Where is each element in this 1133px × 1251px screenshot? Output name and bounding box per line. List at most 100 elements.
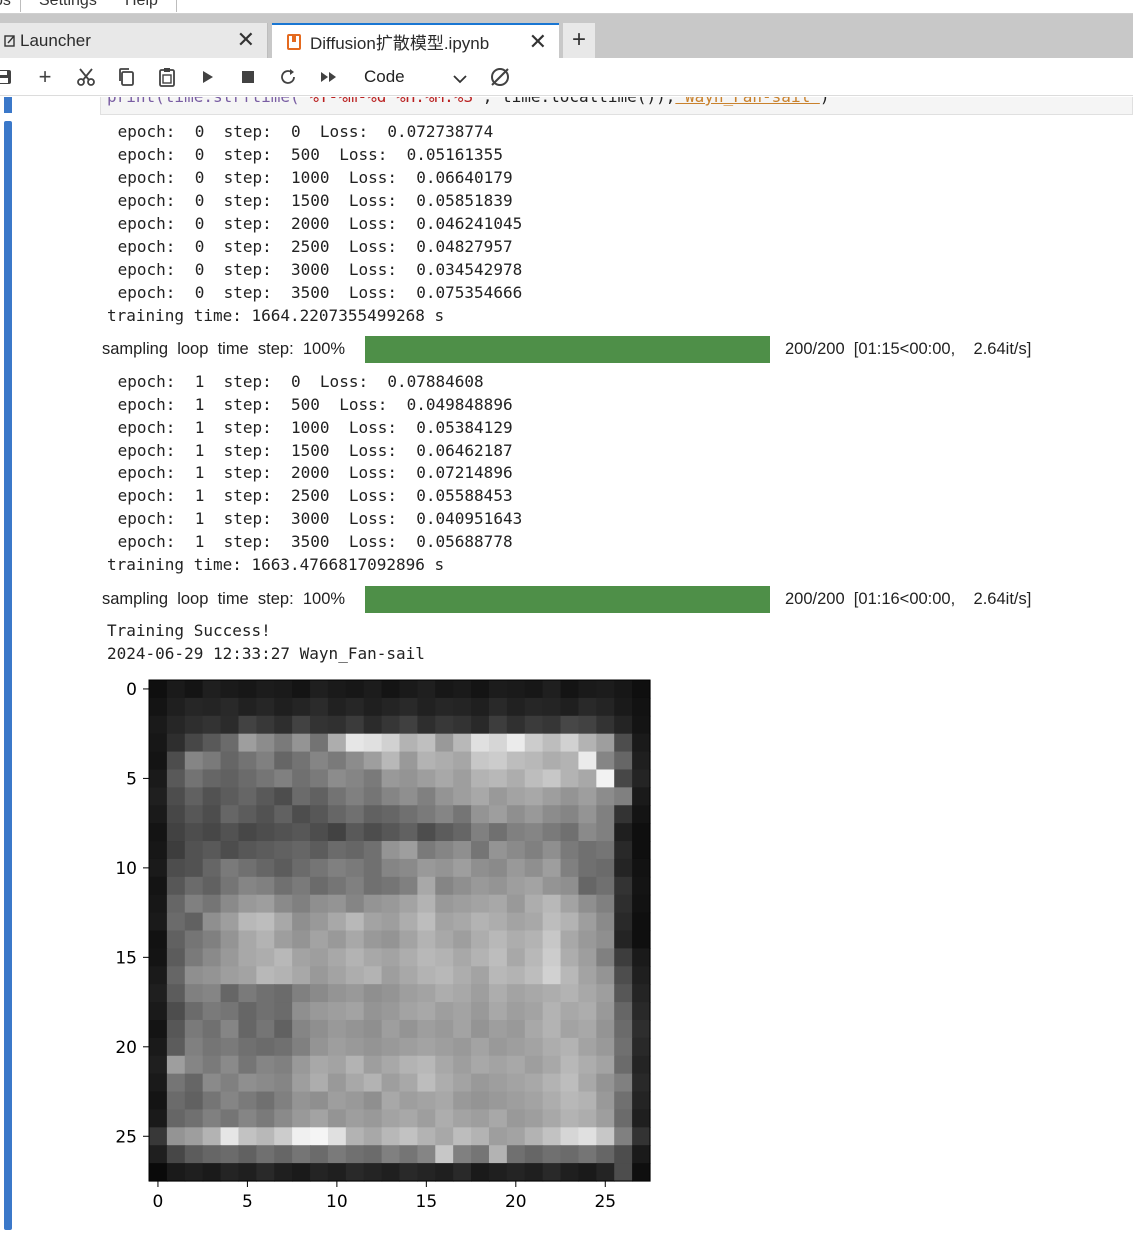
- paste-icon[interactable]: [155, 65, 179, 89]
- heatmap-cell: [363, 715, 383, 735]
- output-collapser[interactable]: [4, 121, 12, 1230]
- heatmap-cell: [310, 876, 329, 896]
- heatmap-cell: [578, 751, 597, 771]
- heatmap-cell: [238, 1109, 257, 1128]
- code-cell-editor[interactable]: print(time.strftime('%Y-%m-%d %H:%M:%S',…: [100, 97, 1133, 115]
- heatmap-cell: [506, 930, 526, 949]
- heatmap-cell: [166, 769, 186, 788]
- stop-icon[interactable]: [237, 65, 259, 89]
- close-icon[interactable]: ✕: [237, 27, 255, 53]
- heatmap-cell: [506, 697, 526, 717]
- heatmap-cell: [524, 1037, 544, 1057]
- heatmap-cell: [488, 1055, 508, 1075]
- heatmap-cell: [596, 1109, 615, 1128]
- heatmap-cell: [274, 1055, 293, 1075]
- output-line: epoch: 1 step: 1500 Loss: 0.06462187: [108, 441, 513, 460]
- heatmap-cell: [399, 1073, 418, 1093]
- cut-icon[interactable]: [74, 65, 98, 89]
- kernel-status-icon[interactable]: [488, 65, 512, 89]
- heatmap-cell: [345, 912, 365, 932]
- y-tick-label: 5: [126, 769, 137, 789]
- heatmap-cell: [381, 1002, 401, 1021]
- menu-item-settings[interactable]: Settings: [39, 0, 97, 10]
- heatmap-cell: [310, 894, 329, 914]
- heatmap-cell: [488, 769, 508, 788]
- heatmap-cell: [471, 841, 490, 860]
- add-tab-button[interactable]: +: [563, 23, 595, 58]
- heatmap-cell: [310, 680, 329, 699]
- menu-item-help[interactable]: Help: [125, 0, 158, 10]
- heatmap-cell: [435, 805, 454, 824]
- heatmap-cell: [578, 787, 597, 806]
- heatmap-cell: [274, 733, 293, 753]
- heatmap-cell: [166, 823, 186, 842]
- heatmap-cell: [202, 805, 222, 824]
- heatmap-cell: [524, 912, 544, 932]
- cell-type-dropdown[interactable]: Code: [355, 64, 475, 90]
- heatmap-cell: [488, 966, 508, 985]
- heatmap-cell: [256, 697, 275, 717]
- heatmap-cell: [506, 1002, 526, 1021]
- heatmap-cell: [488, 1091, 508, 1111]
- restart-icon[interactable]: [277, 65, 299, 89]
- heatmap-cell: [256, 1163, 275, 1182]
- heatmap-cell: [453, 894, 472, 914]
- heatmap-cell: [524, 805, 544, 824]
- menu-item-tabs[interactable]: bs: [0, 0, 11, 10]
- heatmap-cell: [632, 930, 651, 949]
- output-line: epoch: 1 step: 3000 Loss: 0.040951643: [108, 509, 523, 528]
- heatmap-cell: [417, 1055, 436, 1075]
- heatmap-cell: [614, 769, 633, 788]
- close-icon[interactable]: ✕: [529, 29, 547, 55]
- heatmap-cell: [184, 769, 204, 788]
- heatmap-cell: [149, 948, 168, 967]
- heatmap-cell: [560, 966, 580, 985]
- heatmap-cell: [596, 1055, 615, 1075]
- heatmap-cell: [274, 787, 293, 806]
- heatmap-cell: [560, 680, 580, 699]
- heatmap-cell: [578, 858, 597, 878]
- heatmap-cell: [542, 894, 562, 914]
- heatmap-cell: [560, 1091, 580, 1111]
- heatmap-cell: [524, 733, 544, 753]
- heatmap-cell: [435, 733, 454, 753]
- tab-launcher[interactable]: Launcher ✕: [0, 23, 268, 58]
- heatmap-cell: [560, 948, 580, 967]
- heatmap-cell: [202, 948, 222, 967]
- heatmap-cell: [292, 823, 311, 842]
- heatmap-cell: [614, 1055, 633, 1075]
- heatmap-cell: [238, 680, 257, 699]
- heatmap-cell: [471, 1109, 490, 1128]
- heatmap-cell: [220, 966, 240, 985]
- run-all-icon[interactable]: [317, 65, 341, 89]
- heatmap-cell: [614, 984, 633, 1003]
- cell-collapser[interactable]: [4, 97, 12, 113]
- heatmap-cell: [453, 1091, 472, 1111]
- heatmap-cell: [184, 805, 204, 824]
- run-icon[interactable]: [197, 65, 219, 89]
- add-icon[interactable]: +: [34, 64, 56, 89]
- heatmap-cell: [184, 715, 204, 735]
- heatmap-cell: [256, 858, 275, 878]
- heatmap-cell: [399, 733, 418, 753]
- heatmap-cell: [381, 858, 401, 878]
- heatmap-cell: [238, 805, 257, 824]
- heatmap-cell: [363, 1109, 383, 1128]
- heatmap-cell: [560, 1019, 580, 1039]
- save-icon[interactable]: [0, 65, 14, 89]
- heatmap-cell: [560, 823, 580, 842]
- copy-icon[interactable]: [114, 65, 138, 89]
- y-tick-label: 20: [115, 1038, 137, 1058]
- menu-bar: bs Settings Help: [0, 0, 1133, 14]
- heatmap-cell: [399, 1019, 418, 1039]
- heatmap-cell: [399, 1037, 418, 1057]
- heatmap-cell: [560, 751, 580, 771]
- heatmap-cell: [632, 823, 651, 842]
- heatmap-cell: [399, 984, 418, 1003]
- heatmap-cell: [184, 1019, 204, 1039]
- heatmap-cell: [184, 841, 204, 860]
- heatmap-cell: [453, 715, 472, 735]
- tab-notebook[interactable]: Diffusion扩散模型.ipynb ✕: [272, 23, 559, 58]
- heatmap-cell: [417, 787, 436, 806]
- heatmap-cell: [542, 680, 562, 699]
